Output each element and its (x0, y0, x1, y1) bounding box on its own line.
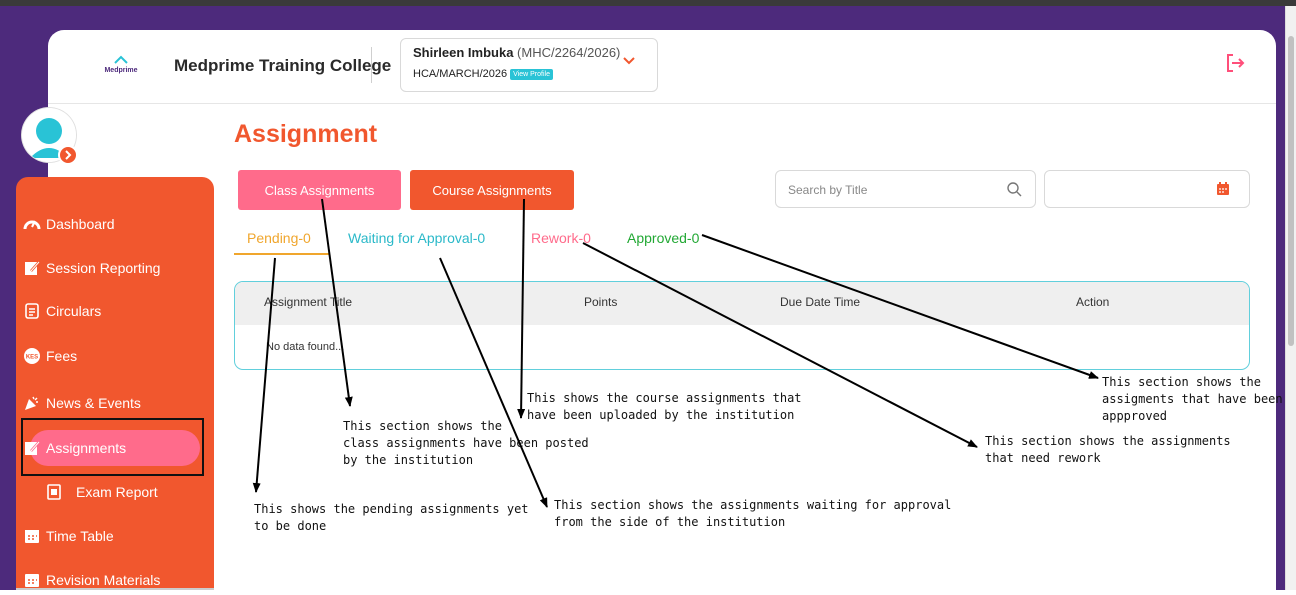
student-info: Shirleen Imbuka (MHC/2264/2026) (413, 45, 620, 60)
student-name: Shirleen Imbuka (413, 45, 514, 60)
table-header: Assignment Title Points Due Date Time Ac… (235, 282, 1249, 325)
fees-badge-text: KES (26, 355, 38, 361)
logout-icon[interactable] (1224, 52, 1246, 74)
sidebar-item-label: Time Table (46, 528, 114, 544)
sidebar-item-label: Circulars (46, 303, 102, 319)
class-assignments-button[interactable]: Class Assignments (238, 170, 401, 210)
college-logo: Medprime (104, 55, 138, 74)
search-input[interactable]: Search by Title (775, 170, 1036, 208)
tab-approved[interactable]: Approved-0 (627, 230, 699, 246)
edit-icon (22, 258, 42, 278)
course-assignments-button[interactable]: Course Assignments (410, 170, 574, 210)
calendar-icon (22, 526, 42, 546)
tab-rework[interactable]: Rework-0 (531, 230, 591, 246)
sidebar-item-time-table[interactable]: Time Table (22, 521, 114, 551)
annotation-class-assignments: This section shows the class assignments… (343, 419, 589, 467)
circular-icon (22, 301, 42, 321)
party-icon (22, 393, 42, 413)
assignments-table: Assignment Title Points Due Date Time Ac… (234, 281, 1250, 370)
fees-icon: KES (22, 346, 42, 366)
sidebar-item-label: Exam Report (76, 484, 158, 500)
annotation-pending: This shows the pending assignments yet t… (254, 502, 529, 533)
tab-pending[interactable]: Pending-0 (247, 230, 311, 246)
active-tab-indicator (234, 253, 330, 255)
chevron-down-icon[interactable] (620, 51, 638, 69)
sidebar-item-exam-report[interactable]: Exam Report (44, 477, 158, 507)
column-header: Action (1076, 295, 1110, 309)
scrollbar-thumb[interactable] (1288, 36, 1294, 346)
calendar-icon[interactable] (1216, 182, 1230, 196)
sidebar-item-label: Dashboard (46, 216, 115, 232)
column-header: Assignment Title (264, 295, 353, 309)
logo-text: Medprime (104, 67, 137, 74)
sidebar-item-news-events[interactable]: News & Events (22, 388, 141, 418)
scrollbar[interactable] (1285, 6, 1296, 590)
dashboard-icon (22, 214, 42, 234)
sidebar-item-label: Session Reporting (46, 260, 161, 276)
annotation-rework: This section shows the assignments that … (985, 434, 1231, 465)
column-header: Points (584, 295, 618, 309)
sidebar-item-dashboard[interactable]: Dashboard (22, 209, 115, 239)
header-separator (371, 47, 372, 83)
search-icon[interactable] (1006, 181, 1022, 197)
sidebar-item-revision-materials[interactable]: Revision Materials (22, 565, 160, 595)
sidebar-item-circulars[interactable]: Circulars (22, 296, 101, 326)
page-title: Assignment (234, 120, 378, 148)
highlight-box (21, 418, 204, 476)
student-profile-selector[interactable]: Shirleen Imbuka (MHC/2264/2026) HCA/MARC… (400, 38, 658, 92)
class-code: HCA/MARCH/2026 (413, 68, 508, 80)
annotation-waiting: This section shows the assignments waiti… (554, 498, 952, 529)
college-name: Medprime Training College (174, 56, 392, 75)
empty-table-message: No data found... (266, 341, 345, 353)
class-info: HCA/MARCH/2026 View Profile (413, 68, 553, 80)
student-id: (MHC/2264/2026) (517, 45, 621, 60)
sidebar-item-label: News & Events (46, 395, 141, 411)
column-header: Due Date Time (780, 295, 861, 309)
sidebar-item-session-reporting[interactable]: Session Reporting (22, 253, 160, 283)
calendar-icon (22, 570, 42, 590)
tab-waiting-for-approval[interactable]: Waiting for Approval-0 (348, 230, 485, 246)
search-placeholder: Search by Title (788, 183, 868, 197)
sidebar-item-label: Fees (46, 348, 78, 364)
annotation-course-assignments: This shows the course assignments that h… (527, 391, 802, 422)
view-profile-button[interactable]: View Profile (510, 68, 553, 80)
report-icon (44, 482, 64, 502)
annotation-approved: This section shows the assigments that h… (1102, 375, 1283, 423)
avatar-expand-icon[interactable] (58, 145, 78, 165)
header-divider (48, 103, 1276, 104)
sidebar-item-label: Revision Materials (46, 572, 161, 588)
date-picker-input[interactable] (1044, 170, 1250, 208)
sidebar-item-fees[interactable]: KES Fees (22, 341, 77, 371)
